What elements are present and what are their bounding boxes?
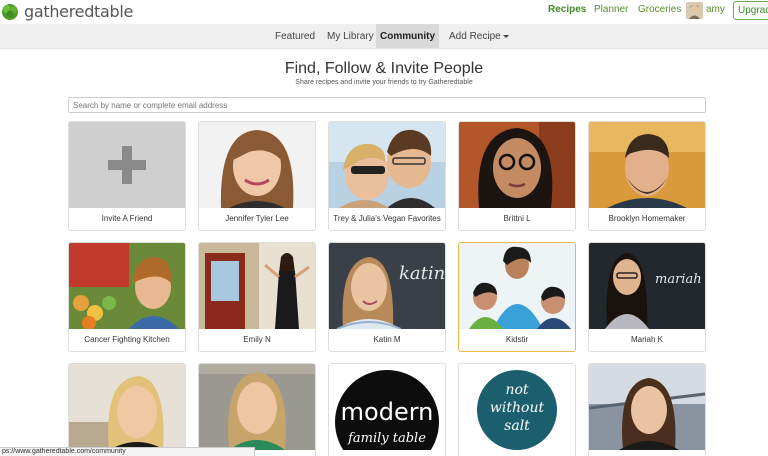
brand-logo-line1: modern: [341, 398, 434, 426]
nav-recipes[interactable]: Recipes: [548, 4, 586, 15]
person-card[interactable]: Kidstir: [458, 242, 576, 352]
card-label: Trey & Julia's Vegan Favorites: [333, 214, 441, 223]
card-label: Brittni L: [503, 214, 531, 223]
brand-logo-line3: salt: [504, 418, 530, 434]
person-photo: [199, 243, 315, 329]
person-card[interactable]: Cancer Fighting Kitchen: [68, 242, 186, 352]
lettuce-logo-icon: [2, 4, 18, 20]
brand-logo-line2: without: [490, 400, 545, 416]
invite-friend-card[interactable]: Invite A Friend: [68, 121, 186, 231]
card-label: [329, 452, 445, 456]
card-label: Jennifer Tyler Lee: [225, 214, 289, 223]
person-card[interactable]: Trey & Julia's Vegan Favorites: [328, 121, 446, 231]
person-card[interactable]: Emily N: [198, 242, 316, 352]
card-label: Invite A Friend: [101, 214, 153, 223]
person-card[interactable]: Brooklyn Homemaker: [588, 121, 706, 231]
person-card[interactable]: Brittni L: [458, 121, 576, 231]
person-photo: [459, 243, 575, 329]
card-label: Kidstir: [505, 335, 529, 344]
person-photo: [459, 122, 575, 208]
brand-card[interactable]: not without salt: [458, 363, 576, 456]
top-bar: gatheredtable Recipes Planner Groceries …: [0, 0, 768, 24]
status-bar-url: ps://www.gatheredtable.com/community: [0, 447, 255, 456]
page-subtitle: Share recipes and invite your friends to…: [295, 79, 473, 86]
person-photo: [329, 122, 445, 208]
tab-featured[interactable]: Featured: [275, 24, 315, 48]
tab-my-library[interactable]: My Library: [327, 24, 374, 48]
search-input[interactable]: [68, 97, 706, 113]
brand-logo-line2: family table: [347, 431, 426, 446]
photo-word-mariah: mariah: [655, 272, 702, 287]
logo-text: gatheredtable: [24, 1, 134, 21]
user-name[interactable]: amy: [706, 4, 725, 15]
person-photo: [69, 364, 185, 450]
person-card[interactable]: mariah Mariah K: [588, 242, 706, 352]
nav-planner[interactable]: Planner: [594, 4, 628, 15]
person-card[interactable]: Jennifer Tyler Lee: [198, 121, 316, 231]
sub-nav: Featured My Library Community Add Recipe: [0, 24, 768, 49]
brand-logo: not without salt: [459, 364, 575, 450]
person-photo: [589, 122, 705, 208]
card-label: Mariah K: [630, 335, 663, 344]
tab-add-recipe-label: Add Recipe: [449, 31, 501, 42]
person-card[interactable]: katin Katin M: [328, 242, 446, 352]
brand-logo-line1: not: [505, 382, 528, 398]
nav-groceries[interactable]: Groceries: [638, 4, 681, 15]
person-card[interactable]: [68, 363, 186, 456]
person-photo: [589, 364, 705, 450]
brand-card[interactable]: modern family table: [328, 363, 446, 456]
person-card[interactable]: [198, 363, 316, 456]
tab-add-recipe[interactable]: Add Recipe: [449, 24, 509, 48]
person-photo: katin: [329, 243, 445, 329]
user-avatar[interactable]: [686, 2, 703, 19]
card-label: [589, 452, 705, 456]
logo[interactable]: gatheredtable: [0, 0, 133, 22]
tab-community[interactable]: Community: [376, 24, 439, 48]
invite-image: [69, 122, 185, 208]
person-card[interactable]: [588, 363, 706, 456]
page-title: Find, Follow & Invite People: [284, 60, 484, 77]
card-label: Emily N: [243, 335, 271, 344]
card-label: Katin M: [373, 335, 401, 344]
person-photo: mariah: [589, 243, 705, 329]
person-photo: [69, 243, 185, 329]
upgrade-button[interactable]: Upgrade: [733, 1, 768, 20]
caret-down-icon: [502, 34, 509, 38]
brand-logo: modern family table: [329, 364, 445, 450]
card-label: [459, 452, 575, 456]
person-photo: [199, 364, 315, 450]
person-photo: [199, 122, 315, 208]
card-label: Brooklyn Homemaker: [608, 214, 686, 223]
photo-word-katin: katin: [399, 263, 445, 284]
card-label: Cancer Fighting Kitchen: [84, 335, 170, 344]
